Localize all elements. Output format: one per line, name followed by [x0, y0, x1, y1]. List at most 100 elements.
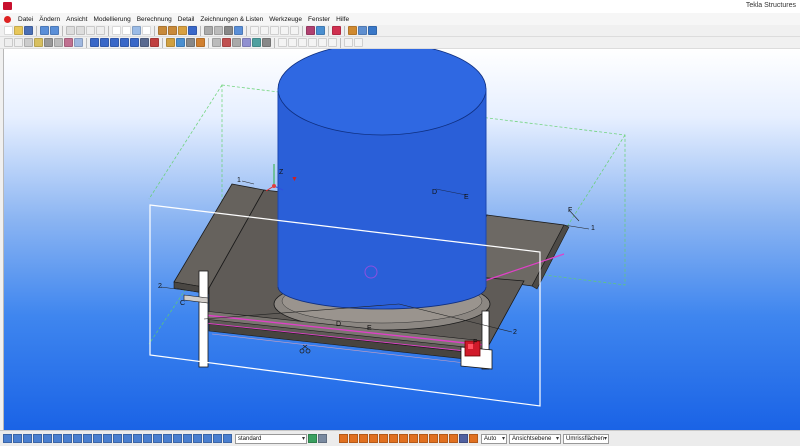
mirror-icon[interactable]: [86, 26, 95, 35]
orthogonal-beam-icon[interactable]: [64, 38, 73, 47]
snap-line-extension-icon[interactable]: [419, 434, 428, 443]
grid-view-icon[interactable]: [132, 26, 141, 35]
model-viewport[interactable]: Z ▼ 1 1 2 2 C D E D E F F: [3, 49, 800, 430]
menu-fenster[interactable]: Fenster: [305, 16, 333, 23]
create-view-icon[interactable]: [112, 26, 121, 35]
select-bolts-icon[interactable]: [63, 434, 72, 443]
snap-endpoint-icon[interactable]: [379, 434, 388, 443]
concrete-column-icon[interactable]: [90, 38, 99, 47]
snap-nearest-icon[interactable]: [359, 434, 368, 443]
combine-icon[interactable]: [252, 38, 261, 47]
select-points-icon[interactable]: [93, 434, 102, 443]
chamfer-icon[interactable]: [262, 38, 271, 47]
select-rebar-icon[interactable]: [113, 434, 122, 443]
beam-icon[interactable]: [24, 38, 33, 47]
snap-center-icon[interactable]: [389, 434, 398, 443]
measure-vertical-icon[interactable]: [260, 26, 269, 35]
save-icon[interactable]: [24, 26, 33, 35]
snap-perpendicular-icon[interactable]: [409, 434, 418, 443]
filter-settings-icon[interactable]: [308, 434, 317, 443]
filter-edit-icon[interactable]: [318, 434, 327, 443]
checkmark-icon[interactable]: [344, 38, 353, 47]
cut-icon[interactable]: [186, 38, 195, 47]
menu-detail[interactable]: Detail: [175, 16, 198, 23]
split-icon[interactable]: [242, 38, 251, 47]
select-cuts-icon[interactable]: [43, 434, 52, 443]
construction-circle-icon[interactable]: [308, 38, 317, 47]
menu-werkzeuge[interactable]: Werkzeuge: [266, 16, 305, 23]
profile-icon[interactable]: [358, 26, 367, 35]
select-pours-icon[interactable]: [173, 434, 182, 443]
concrete-beam-icon[interactable]: [100, 38, 109, 47]
snap-any-icon[interactable]: [429, 434, 438, 443]
curved-beam-icon[interactable]: [44, 38, 53, 47]
construction-plane-icon[interactable]: [318, 38, 327, 47]
snap-mode-select[interactable]: Auto: [481, 433, 507, 444]
new-model-icon[interactable]: [4, 26, 13, 35]
cast-unit-icon[interactable]: [222, 38, 231, 47]
snap-override-icon[interactable]: [449, 434, 458, 443]
numbering-icon[interactable]: [178, 26, 187, 35]
select-loads-icon[interactable]: [123, 434, 132, 443]
snap-geometry-icon[interactable]: [349, 434, 358, 443]
app-icon[interactable]: [3, 2, 12, 10]
drawing-list-icon[interactable]: [158, 26, 167, 35]
undo-icon[interactable]: [40, 26, 49, 35]
concrete-slab-icon[interactable]: [110, 38, 119, 47]
construction-line-icon[interactable]: [298, 38, 307, 47]
polybeam-icon[interactable]: [34, 38, 43, 47]
redo-icon[interactable]: [50, 26, 59, 35]
column-icon[interactable]: [4, 38, 13, 47]
measure-free-icon[interactable]: [270, 26, 279, 35]
snap-intersection-icon[interactable]: [399, 434, 408, 443]
select-grids-icon[interactable]: [83, 434, 92, 443]
fitting-icon[interactable]: [196, 38, 205, 47]
select-surfaces-icon[interactable]: [193, 434, 202, 443]
component-catalog-icon[interactable]: [368, 26, 377, 35]
plane-mode-select[interactable]: Ansichtsebene: [509, 433, 561, 444]
select-planes-icon[interactable]: [153, 434, 162, 443]
select-hierarchy-icon[interactable]: [203, 434, 212, 443]
dimension-icon[interactable]: [278, 38, 287, 47]
snap-line-icon[interactable]: [224, 26, 233, 35]
select-filter-icon[interactable]: [213, 434, 222, 443]
inquire-icon[interactable]: [234, 26, 243, 35]
material-icon[interactable]: [348, 26, 357, 35]
selection-filter-select[interactable]: standard: [235, 433, 307, 444]
select-parts-icon[interactable]: [13, 434, 22, 443]
rebar-group-icon[interactable]: [150, 38, 159, 47]
menu-hilfe[interactable]: Hilfe: [333, 16, 352, 23]
menu-modellierung[interactable]: Modellierung: [90, 16, 133, 23]
rotate-icon[interactable]: [96, 26, 105, 35]
snap-3d-icon[interactable]: [459, 434, 468, 443]
measure-angle-icon[interactable]: [280, 26, 289, 35]
snap-grid-icon[interactable]: [204, 26, 213, 35]
plane-view-icon[interactable]: [142, 26, 151, 35]
select-components-icon[interactable]: [73, 434, 82, 443]
snap-settings-icon[interactable]: [469, 434, 478, 443]
point-icon[interactable]: [288, 38, 297, 47]
select-views-icon[interactable]: [53, 434, 62, 443]
select-objects-icon[interactable]: [143, 434, 152, 443]
rebar-icon[interactable]: [140, 38, 149, 47]
snap-reference-icon[interactable]: [339, 434, 348, 443]
menu-berechnung[interactable]: Berechnung: [134, 16, 175, 23]
open-model-icon[interactable]: [14, 26, 23, 35]
twin-profile-icon[interactable]: [74, 38, 83, 47]
copy-icon[interactable]: [66, 26, 75, 35]
select-tasks-icon[interactable]: [183, 434, 192, 443]
select-assemblies-icon[interactable]: [133, 434, 142, 443]
select-reference-icon[interactable]: [103, 434, 112, 443]
assembly-icon[interactable]: [212, 38, 221, 47]
menu-datei[interactable]: Datei: [15, 16, 36, 23]
snap-midpoint-icon[interactable]: [369, 434, 378, 443]
select-settings-icon[interactable]: [223, 434, 232, 443]
plate-icon[interactable]: [54, 38, 63, 47]
phase-manager-icon[interactable]: [306, 26, 315, 35]
snap-point-icon[interactable]: [214, 26, 223, 35]
pad-footing-icon[interactable]: [14, 38, 23, 47]
strip-footing-icon[interactable]: [130, 38, 139, 47]
concrete-panel-icon[interactable]: [120, 38, 129, 47]
clock-icon[interactable]: [354, 38, 363, 47]
select-surface-icon[interactable]: [23, 434, 32, 443]
